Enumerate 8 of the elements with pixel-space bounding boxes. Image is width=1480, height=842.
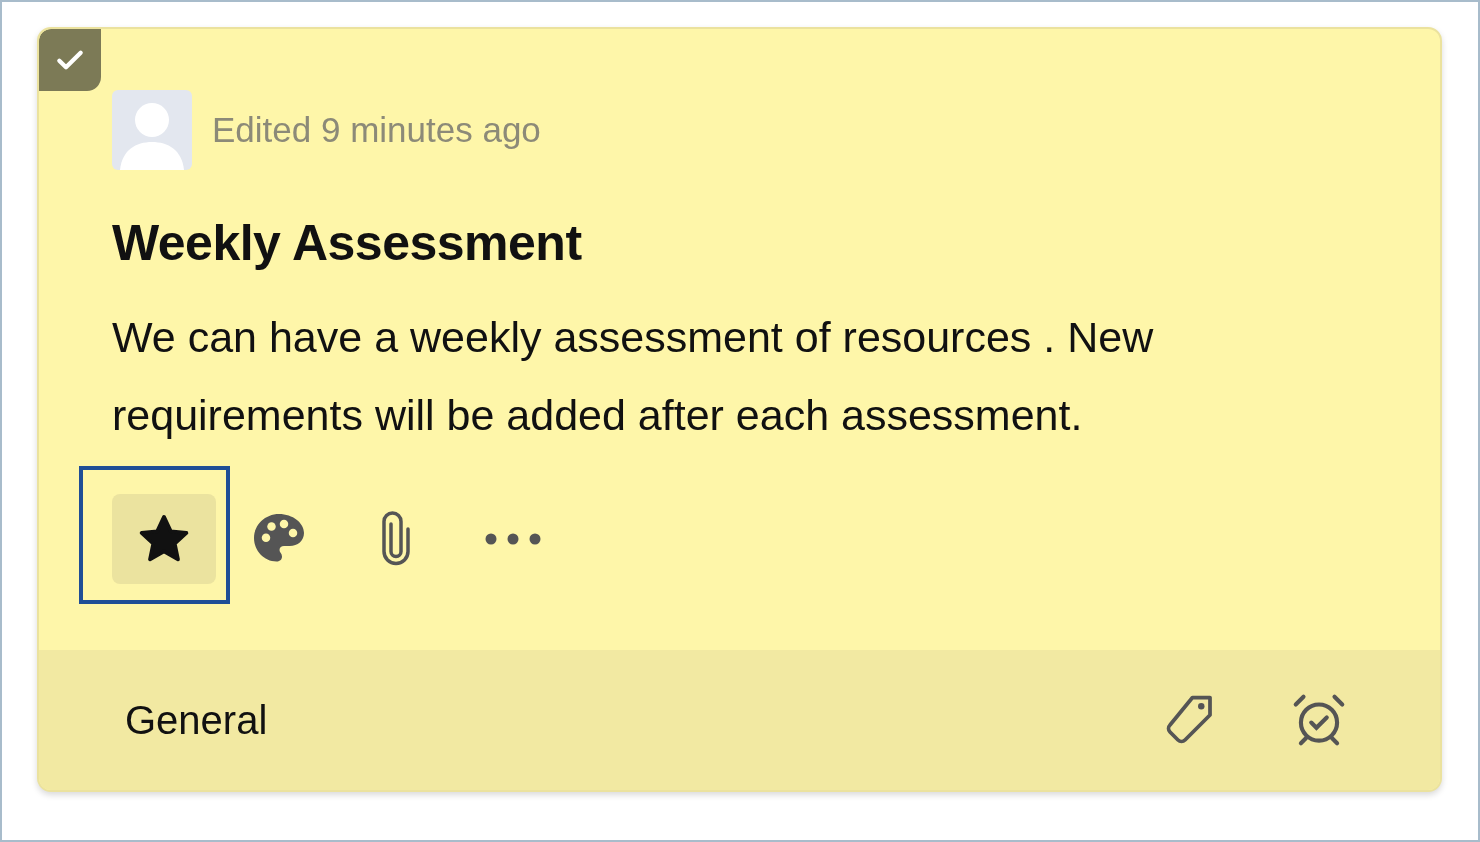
edited-time: Edited 9 minutes ago — [212, 110, 541, 150]
note-body: We can have a weekly assessment of resources . New requirements will be added after each assessment. — [112, 312, 1155, 441]
category-label[interactable]: General — [125, 697, 268, 743]
note-title: Weekly Assessment — [112, 214, 583, 272]
checked-badge[interactable] — [39, 29, 101, 91]
avatar-icon — [112, 90, 192, 170]
more-icon — [483, 531, 543, 547]
star-button[interactable] — [112, 494, 216, 584]
